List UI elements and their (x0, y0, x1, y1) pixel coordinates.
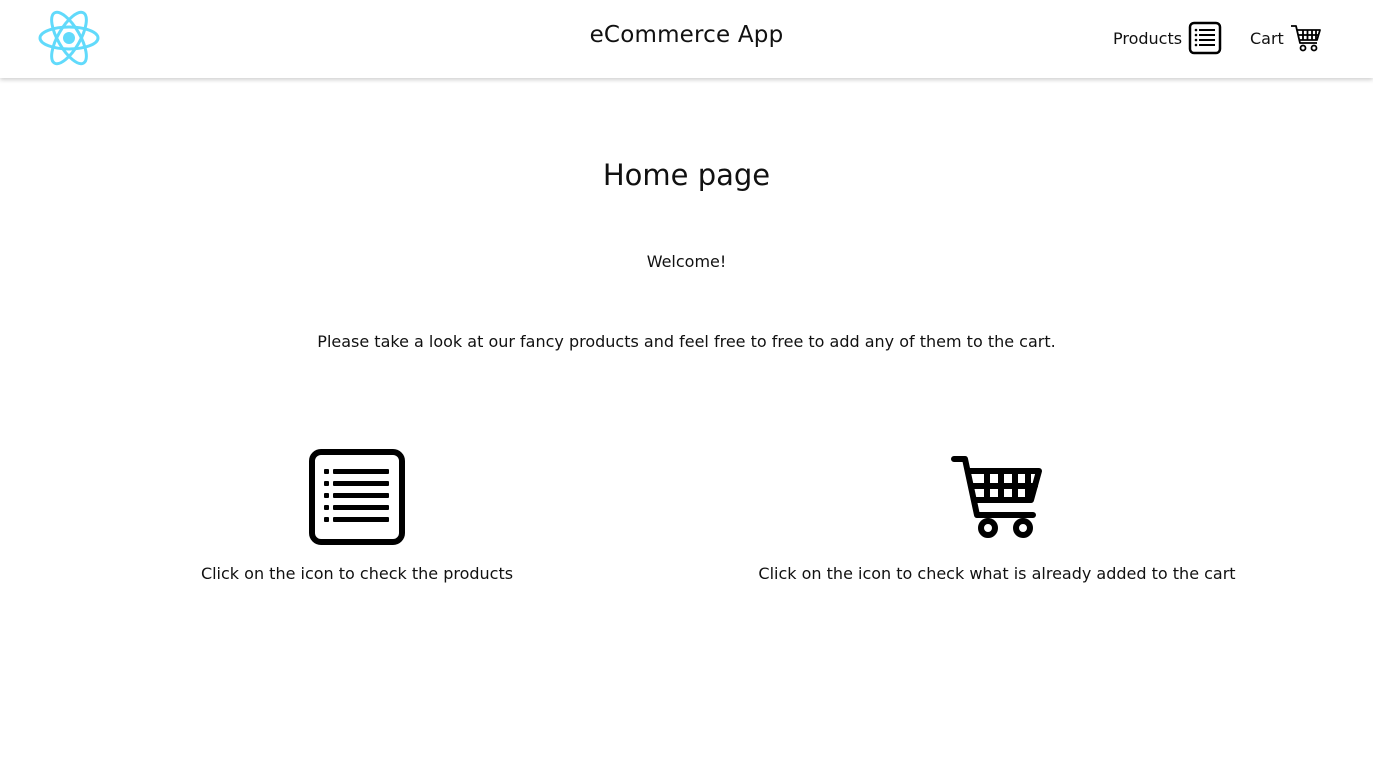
products-card: Click on the icon to check the products (157, 448, 557, 583)
nav-products-label: Products (1113, 28, 1183, 48)
cart-card: Click on the icon to check what is alrea… (747, 448, 1247, 583)
main-content: Home page Welcome! Please take a look at… (0, 78, 1373, 778)
top-navbar: eCommerce App Products Cart (0, 0, 1373, 78)
nav-cart-label: Cart (1250, 28, 1284, 48)
list-icon[interactable] (308, 448, 406, 546)
products-card-text: Click on the icon to check the products (200, 564, 514, 583)
page-title: Home page (602, 158, 771, 192)
shopping-cart-icon[interactable] (951, 448, 1043, 546)
nav-cart-link[interactable]: Cart (1250, 18, 1322, 58)
list-icon (1188, 21, 1222, 55)
shopping-cart-icon (1290, 25, 1321, 52)
nav-products-link[interactable]: Products (1113, 18, 1222, 58)
cart-card-text: Click on the icon to check what is alrea… (758, 564, 1236, 583)
intro-text: Please take a look at our fancy products… (317, 332, 1056, 351)
welcome-text: Welcome! (646, 252, 727, 271)
